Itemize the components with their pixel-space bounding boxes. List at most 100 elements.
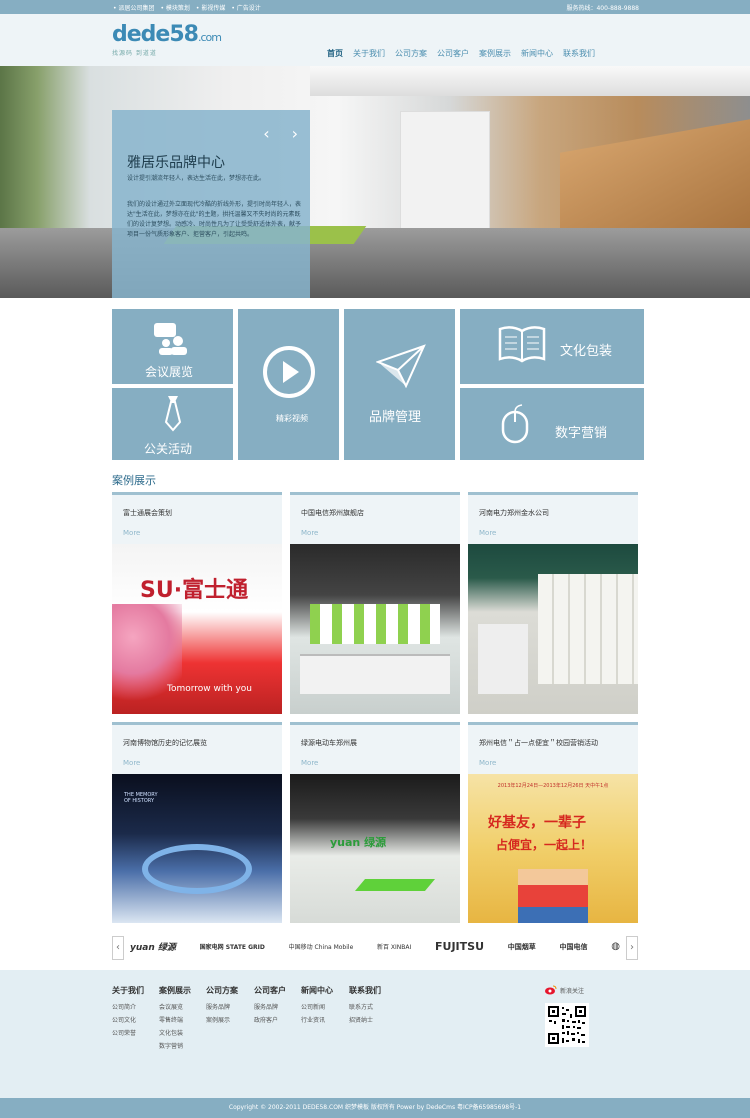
partner-logo[interactable]: ◍ bbox=[611, 941, 620, 952]
case-more-link[interactable]: More bbox=[123, 529, 140, 537]
footer-column-title[interactable]: 案例展示 bbox=[159, 985, 191, 996]
top-link[interactable]: • 模块策划 bbox=[160, 3, 189, 12]
top-link[interactable]: • 影视传媒 bbox=[196, 3, 225, 12]
top-link[interactable]: • 派居公司集团 bbox=[113, 3, 154, 12]
case-image[interactable] bbox=[468, 544, 638, 714]
weibo-label: 新浪关注 bbox=[560, 987, 585, 995]
footer-link[interactable]: 公司荣誉 bbox=[112, 1028, 144, 1037]
green-stripe bbox=[354, 879, 436, 891]
footer-link[interactable]: 招贤纳士 bbox=[349, 1015, 381, 1024]
case-card[interactable]: 富士通展会策划 More SU·富士通 Tomorrow with you bbox=[112, 492, 282, 714]
case-image-text: yuan 绿源 bbox=[330, 836, 387, 849]
logo-suffix: .com bbox=[197, 31, 222, 44]
footer-link[interactable]: 联系方式 bbox=[349, 1002, 381, 1011]
case-card[interactable]: 河南电力郑州金水公司 More bbox=[468, 492, 638, 714]
tile-video[interactable]: 精彩视频 bbox=[238, 309, 339, 460]
case-card[interactable]: 河南博物馆历史的记忆展览 More THE MEMORY OF HISTORY bbox=[112, 722, 282, 923]
top-link[interactable]: • 广告设计 bbox=[231, 3, 260, 12]
case-more-link[interactable]: More bbox=[479, 759, 496, 767]
tile-brand[interactable]: 品牌管理 bbox=[344, 309, 455, 460]
footer-column-title[interactable]: 公司客户 bbox=[254, 985, 286, 996]
tile-pr[interactable]: 公关活动 bbox=[112, 388, 233, 460]
nav-news[interactable]: 新闻中心 bbox=[516, 48, 558, 59]
case-more-link[interactable]: More bbox=[301, 759, 318, 767]
copyright-bar: Copyright © 2002-2011 DEDE58.COM 织梦模板 版权… bbox=[0, 1098, 750, 1118]
partner-logo[interactable]: FUJITSU bbox=[435, 940, 484, 953]
footer-column: 公司方案 服务品牌 案例展示 bbox=[206, 985, 238, 1028]
tile-video-label: 精彩视频 bbox=[276, 414, 308, 423]
exhibit-wall bbox=[538, 574, 638, 684]
tile-meeting-label: 会议展览 bbox=[145, 365, 194, 379]
nav-home[interactable]: 首页 bbox=[322, 48, 348, 59]
partner-logo[interactable]: 中国电信 bbox=[559, 942, 587, 952]
case-title[interactable]: 中国电信郑州旗舰店 bbox=[301, 508, 364, 518]
footer-link[interactable]: 案例展示 bbox=[206, 1015, 238, 1024]
case-more-link[interactable]: More bbox=[479, 529, 496, 537]
site-logo[interactable]: dede58.com 找源码 到道道 bbox=[112, 24, 222, 58]
case-card[interactable]: 郑州电信＂占一点便宜＂校园营销活动 More 2013年12月24日—2013年… bbox=[468, 722, 638, 923]
banner-prev-icon[interactable]: ‹ bbox=[263, 124, 269, 143]
case-image[interactable] bbox=[290, 544, 460, 714]
case-image-text: SU·富士通 bbox=[140, 578, 249, 603]
footer-link[interactable]: 公司新闻 bbox=[301, 1002, 333, 1011]
case-title[interactable]: 绿源电动车郑州展 bbox=[301, 738, 357, 748]
case-title[interactable]: 河南电力郑州金水公司 bbox=[479, 508, 549, 518]
partner-next-icon[interactable]: › bbox=[626, 936, 638, 960]
nav-clients[interactable]: 公司客户 bbox=[432, 48, 474, 59]
case-image[interactable]: THE MEMORY OF HISTORY bbox=[112, 774, 282, 923]
footer-column-title[interactable]: 联系我们 bbox=[349, 985, 381, 996]
footer-link[interactable]: 数字营销 bbox=[159, 1041, 191, 1050]
footer: 关于我们 公司简介 公司文化 公司荣誉 案例展示 会议展览 零售终端 文化包装 … bbox=[0, 970, 750, 1098]
banner-description: 我们的设计通过外立面现代冷酷的折线外形，提引时尚年轻人，表达"生活在此，梦想亦在… bbox=[127, 201, 302, 238]
footer-link[interactable]: 服务品牌 bbox=[254, 1002, 286, 1011]
case-image-text: 2013年12月24日—2013年12月26日 天中午1点 bbox=[497, 783, 609, 789]
main-nav: 首页 关于我们 公司方案 公司客户 案例展示 新闻中心 联系我们 bbox=[322, 48, 600, 59]
case-card[interactable]: 绿源电动车郑州展 More yuan 绿源 bbox=[290, 722, 460, 923]
footer-link[interactable]: 零售终端 bbox=[159, 1015, 191, 1024]
tile-digital-label: 数字营销 bbox=[555, 426, 608, 441]
tie-icon bbox=[164, 396, 182, 432]
case-more-link[interactable]: More bbox=[123, 759, 140, 767]
case-title[interactable]: 河南博物馆历史的记忆展览 bbox=[123, 738, 207, 748]
tile-meeting[interactable]: 会议展览 bbox=[112, 309, 233, 384]
banner-next-icon[interactable]: › bbox=[292, 124, 298, 143]
partner-logo[interactable]: 中国烟草 bbox=[508, 942, 536, 952]
partner-logo[interactable]: yuan 绿源 bbox=[130, 940, 176, 953]
footer-column: 联系我们 联系方式 招贤纳士 bbox=[349, 985, 381, 1028]
footer-link[interactable]: 服务品牌 bbox=[206, 1002, 238, 1011]
partner-logo[interactable]: 新百 XINBAI bbox=[377, 942, 411, 951]
case-image[interactable]: 2013年12月24日—2013年12月26日 天中午1点 好基友，一辈子 占便… bbox=[468, 774, 638, 923]
footer-column-title[interactable]: 关于我们 bbox=[112, 985, 144, 996]
footer-link[interactable]: 文化包装 bbox=[159, 1028, 191, 1037]
tunnel bbox=[142, 844, 252, 894]
footer-link[interactable]: 公司文化 bbox=[112, 1015, 144, 1024]
nav-contact[interactable]: 联系我们 bbox=[558, 48, 600, 59]
case-more-link[interactable]: More bbox=[301, 529, 318, 537]
footer-link[interactable]: 会议展览 bbox=[159, 1002, 191, 1011]
tile-culture[interactable]: 文化包装 bbox=[460, 309, 644, 384]
nav-cases[interactable]: 案例展示 bbox=[474, 48, 516, 59]
nav-solutions[interactable]: 公司方案 bbox=[390, 48, 432, 59]
top-bar: • 派居公司集团 • 模块策划 • 影视传媒 • 广告设计 服务热线：400-8… bbox=[0, 0, 750, 14]
blossom bbox=[112, 604, 182, 714]
partner-logos: yuan 绿源 国家电网 STATE GRID 中国移动 China Mobil… bbox=[130, 940, 620, 953]
footer-link[interactable]: 政府客户 bbox=[254, 1015, 286, 1024]
partner-prev-icon[interactable]: ‹ bbox=[112, 936, 124, 960]
case-title[interactable]: 郑州电信＂占一点便宜＂校园营销活动 bbox=[479, 738, 598, 748]
footer-column-title[interactable]: 公司方案 bbox=[206, 985, 238, 996]
weibo-follow[interactable]: 新浪关注 bbox=[545, 985, 584, 995]
partner-logo[interactable]: 中国移动 China Mobile bbox=[289, 942, 354, 951]
case-title[interactable]: 富士通展会策划 bbox=[123, 508, 172, 518]
partner-logo[interactable]: 国家电网 STATE GRID bbox=[200, 942, 265, 951]
banner-title: 雅居乐品牌中心 bbox=[127, 155, 225, 171]
tile-digital[interactable]: 数字营销 bbox=[460, 388, 644, 460]
case-image[interactable]: yuan 绿源 bbox=[290, 774, 460, 923]
case-card[interactable]: 中国电信郑州旗舰店 More bbox=[290, 492, 460, 714]
footer-link[interactable]: 公司简介 bbox=[112, 1002, 144, 1011]
case-image[interactable]: SU·富士通 Tomorrow with you bbox=[112, 544, 282, 714]
nav-about[interactable]: 关于我们 bbox=[348, 48, 390, 59]
footer-column: 新闻中心 公司新闻 行业资讯 bbox=[301, 985, 333, 1028]
logo-slogan: 找源码 到道道 bbox=[112, 50, 157, 57]
footer-link[interactable]: 行业资讯 bbox=[301, 1015, 333, 1024]
footer-column-title[interactable]: 新闻中心 bbox=[301, 985, 333, 996]
